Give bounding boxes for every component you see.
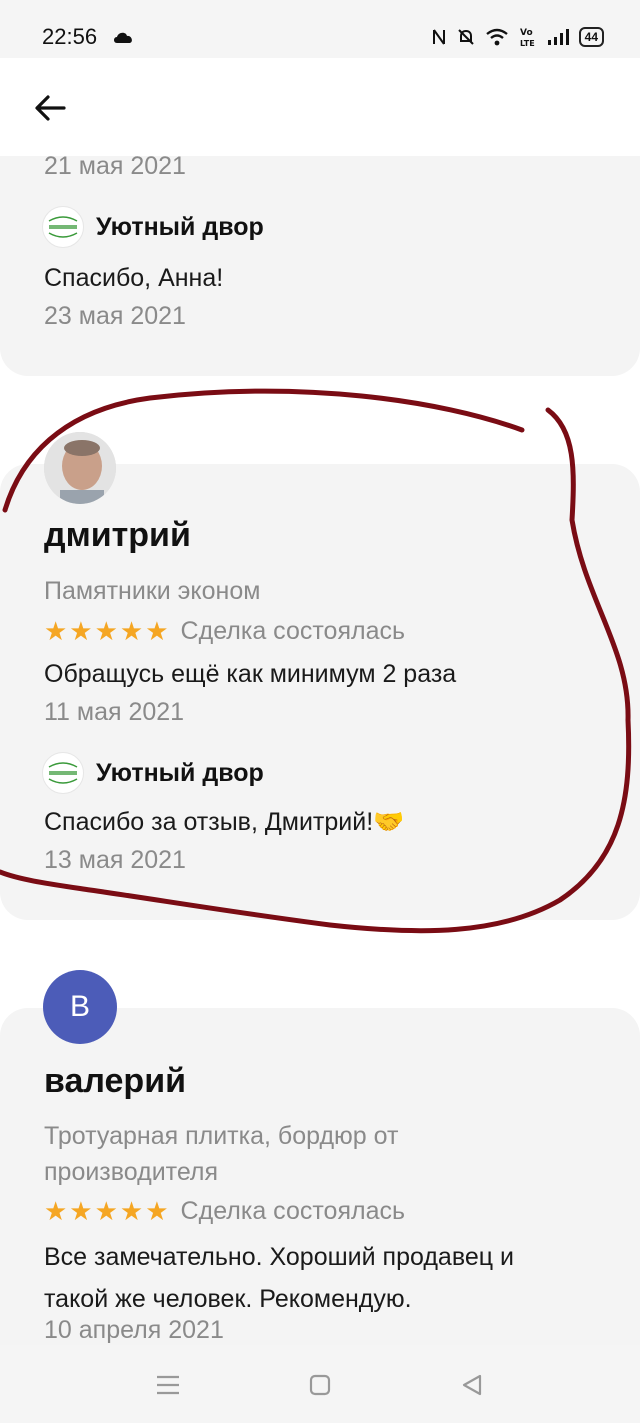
deal-status: Сделка состоялась — [180, 1197, 405, 1225]
back-triangle-icon — [462, 1374, 482, 1396]
app-bar — [0, 58, 640, 156]
review-product-line: производителя — [44, 1158, 219, 1186]
system-back-button[interactable] — [456, 1369, 488, 1401]
seller-reply-header: Уютный двор — [42, 752, 264, 794]
seller-logo-icon — [42, 206, 84, 248]
reply-text: Спасибо, Анна! — [44, 264, 224, 292]
star-rating: ★★★★★ — [44, 1196, 171, 1226]
svg-text:Vo: Vo — [520, 28, 533, 38]
review-product-line: Тротуарная плитка, бордюр от — [44, 1122, 399, 1150]
review-text-line: Все замечательно. Хороший продавец и — [44, 1243, 514, 1271]
system-nav-bar — [0, 1345, 640, 1423]
reply-text: Спасибо за отзыв, Дмитрий!🤝 — [44, 808, 405, 836]
seller-logo-icon — [42, 752, 84, 794]
nfc-icon — [432, 29, 445, 45]
seller-name: Уютный двор — [96, 212, 264, 241]
status-icons: Vo LTE 44 — [431, 26, 604, 48]
menu-button[interactable] — [152, 1369, 184, 1401]
cloud-icon — [114, 32, 132, 43]
mute-icon — [457, 29, 474, 45]
wifi-icon — [485, 28, 508, 46]
status-time: 22:56 — [42, 24, 98, 49]
rating-row: ★★★★★ Сделка состоялась — [44, 1196, 405, 1227]
rating-row: ★★★★★ Сделка состоялась — [44, 616, 405, 647]
arrow-left-icon — [35, 95, 66, 121]
seller-name: Уютный двор — [96, 758, 264, 787]
signal-icon — [547, 29, 569, 45]
battery-icon: 44 — [578, 27, 604, 47]
svg-text:LTE: LTE — [520, 39, 535, 48]
volte-icon: Vo LTE — [520, 28, 535, 48]
avatar[interactable] — [44, 432, 116, 504]
reply-date: 13 мая 2021 — [44, 846, 186, 874]
star-rating: ★★★★★ — [44, 616, 171, 646]
avatar[interactable]: В — [43, 970, 117, 1044]
review-date: 11 мая 2021 — [44, 698, 185, 726]
review-product[interactable]: Памятники эконом — [44, 573, 260, 609]
review-text: Обращусь ещё как минимум 2 раза — [44, 660, 457, 688]
home-square-icon — [309, 1374, 331, 1396]
review-product[interactable]: Тротуарная плитка, бордюр от производите… — [44, 1118, 398, 1190]
review-date: 21 мая 2021 — [44, 152, 186, 180]
review-date: 10 апреля 2021 — [44, 1316, 224, 1344]
deal-status: Сделка состоялась — [180, 617, 405, 645]
review-author: валерий — [44, 1062, 186, 1100]
reply-date: 23 мая 2021 — [44, 302, 186, 330]
review-text: Все замечательно. Хороший продавец и так… — [44, 1236, 514, 1320]
menu-icon — [157, 1375, 179, 1395]
home-button[interactable] — [304, 1369, 336, 1401]
review-author: дмитрий — [44, 516, 191, 554]
back-button[interactable] — [28, 88, 72, 128]
seller-reply-header: Уютный двор — [42, 206, 264, 248]
review-text-line: такой же человек. Рекомендую. — [44, 1285, 412, 1313]
